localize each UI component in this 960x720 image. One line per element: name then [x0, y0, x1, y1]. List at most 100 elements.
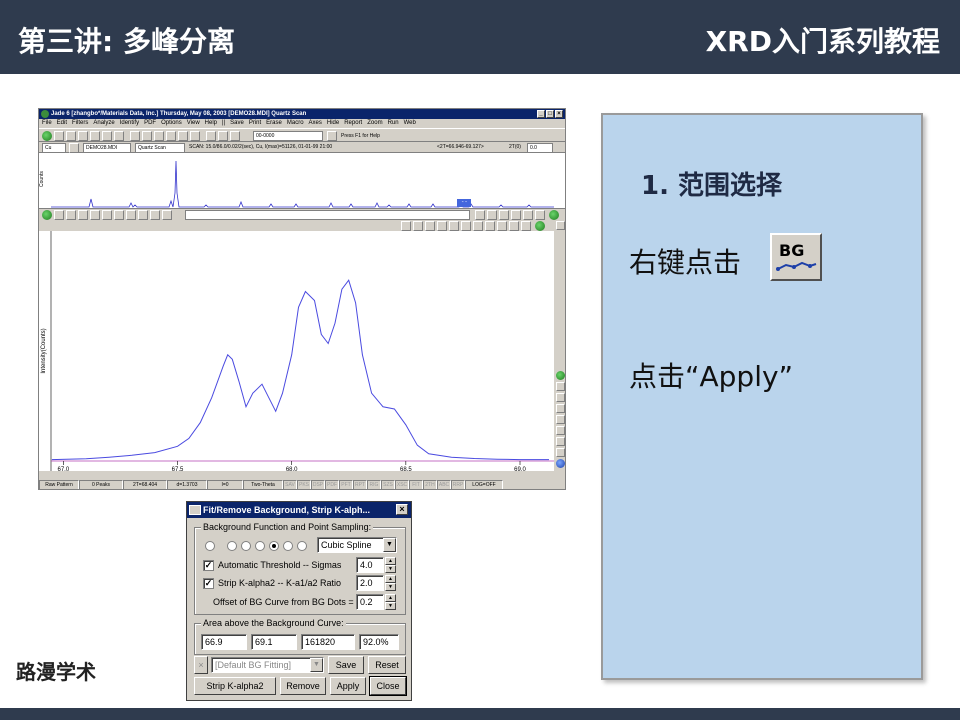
menu-item[interactable]: Save [230, 119, 244, 128]
peak-icon[interactable] [130, 131, 140, 141]
save-file-icon[interactable] [90, 131, 100, 141]
bg-function-select[interactable]: Cubic Spline ▼ [317, 537, 397, 553]
tool-icon-3[interactable] [178, 131, 188, 141]
menu-item[interactable]: Filters [72, 119, 88, 128]
menu-item[interactable]: Help [205, 119, 217, 128]
side-tool-7[interactable] [556, 448, 565, 457]
help-icon[interactable] [54, 131, 64, 141]
tool-j-icon[interactable] [162, 210, 172, 220]
tool-icon-2[interactable] [166, 131, 176, 141]
menu-item[interactable]: Analyze [93, 119, 114, 128]
tool-m-icon[interactable] [499, 210, 509, 220]
pattern-select[interactable] [185, 210, 470, 220]
bg-toolbar-icon[interactable] [206, 131, 216, 141]
peak-tool-icon[interactable] [425, 221, 435, 231]
twotheta-value[interactable]: 0.0 [527, 143, 553, 153]
menu-item[interactable]: Report [344, 119, 362, 128]
tool-l-icon[interactable] [487, 210, 497, 220]
peak-icon-2[interactable] [142, 131, 152, 141]
auto-threshold-spinner[interactable]: ▲ ▼ [385, 557, 396, 573]
minimize-button[interactable]: _ [537, 110, 545, 118]
remove-button[interactable]: Remove [280, 677, 326, 695]
tool-icon-4[interactable] [190, 131, 200, 141]
side-tool-top[interactable] [556, 221, 565, 230]
side-tool-3[interactable] [556, 404, 565, 413]
menu-item[interactable]: Hide [327, 119, 339, 128]
green-run-icon[interactable] [42, 131, 52, 141]
menu-item[interactable]: Zoom [367, 119, 382, 128]
tool-e-icon[interactable] [102, 210, 112, 220]
question-icon[interactable] [327, 131, 337, 141]
menu-item[interactable]: View [187, 119, 200, 128]
menu-item[interactable]: Axes [309, 119, 322, 128]
menu-item[interactable]: Run [388, 119, 399, 128]
bar-tool-icon[interactable] [437, 221, 447, 231]
menu-item[interactable]: Macro [287, 119, 304, 128]
side-tool-2[interactable] [556, 393, 565, 402]
menu-item[interactable]: Edit [57, 119, 67, 128]
radio-function-3[interactable] [241, 541, 251, 551]
chevron-down-icon[interactable]: ▼ [383, 538, 396, 552]
radio-function-6[interactable] [283, 541, 293, 551]
green-go-icon[interactable] [42, 210, 52, 220]
menu-item[interactable]: Erase [266, 119, 282, 128]
radio-function-2[interactable] [227, 541, 237, 551]
fit-tool-icon[interactable] [449, 221, 459, 231]
overview-plot[interactable]: Counts ⌃⌃ [39, 153, 565, 209]
offset-spinner[interactable]: ▲ ▼ [385, 594, 396, 610]
arrows-icon[interactable] [66, 131, 76, 141]
tool-h-icon[interactable] [138, 210, 148, 220]
strip-kalpha2-checkbox[interactable]: ✓ [203, 578, 214, 589]
file-select[interactable]: DEMO28.MDI [83, 143, 131, 153]
green-side-icon[interactable] [556, 371, 565, 380]
auto-threshold-checkbox[interactable]: ✓ [203, 560, 214, 571]
tool-c-icon[interactable] [78, 210, 88, 220]
print-icon[interactable] [102, 131, 112, 141]
calc-tool-icon[interactable] [485, 221, 495, 231]
radio-function-5[interactable] [269, 541, 279, 551]
tool-o-icon[interactable] [523, 210, 533, 220]
preset-select[interactable]: [Default BG Fitting] ▼ [211, 657, 324, 673]
dim-tool-icon-2[interactable] [509, 221, 519, 231]
info-side-icon[interactable] [556, 459, 565, 468]
radio-function-7[interactable] [297, 541, 307, 551]
menu-item[interactable]: Options [161, 119, 182, 128]
pdf-number-select[interactable]: 00-0000 [253, 131, 323, 141]
radio-function-1[interactable] [205, 541, 215, 551]
maximize-button[interactable]: □ [546, 110, 554, 118]
dialog-close-icon[interactable]: × [396, 504, 408, 515]
bg-tool-icon[interactable] [461, 221, 471, 231]
settings-icon[interactable] [535, 210, 545, 220]
sigma-icon[interactable] [230, 131, 240, 141]
tool-i-icon[interactable] [150, 210, 160, 220]
menu-item[interactable]: Print [249, 119, 261, 128]
side-tool-5[interactable] [556, 426, 565, 435]
tool-k-icon[interactable] [475, 210, 485, 220]
green-refresh-icon[interactable] [549, 210, 559, 220]
side-tool-1[interactable] [556, 382, 565, 391]
main-plot[interactable]: Intensity(Counts) 67.0 67.5 68.0 68.5 69.0 [39, 231, 554, 473]
grid-tool-icon[interactable] [521, 221, 531, 231]
apply-button[interactable]: Apply [330, 677, 366, 695]
side-tool-6[interactable] [556, 437, 565, 446]
tool-d-icon[interactable] [90, 210, 100, 220]
tool-b-icon[interactable] [66, 210, 76, 220]
auto-threshold-input[interactable]: 4.0 [356, 557, 384, 573]
strip-ratio-input[interactable]: 2.0 [356, 575, 384, 591]
cursor-tool-icon[interactable] [401, 221, 411, 231]
tool-a-icon[interactable] [54, 210, 64, 220]
menu-item[interactable]: Web [404, 119, 416, 128]
marker-tool-icon[interactable] [413, 221, 423, 231]
reset-button[interactable]: Reset [368, 656, 406, 674]
dim-tool-icon[interactable] [497, 221, 507, 231]
tool-icon[interactable] [154, 131, 164, 141]
close-button[interactable]: × [555, 110, 563, 118]
menu-item[interactable]: Identify [120, 119, 139, 128]
strip-ratio-spinner[interactable]: ▲ ▼ [385, 575, 396, 591]
preset-chevron-icon[interactable]: ▼ [310, 658, 323, 672]
close-dialog-button[interactable]: Close [369, 676, 407, 696]
chart-icon[interactable] [114, 131, 124, 141]
log-tool-icon[interactable] [473, 221, 483, 231]
filter-icon[interactable] [69, 143, 79, 153]
menu-item[interactable]: PDF [144, 119, 156, 128]
